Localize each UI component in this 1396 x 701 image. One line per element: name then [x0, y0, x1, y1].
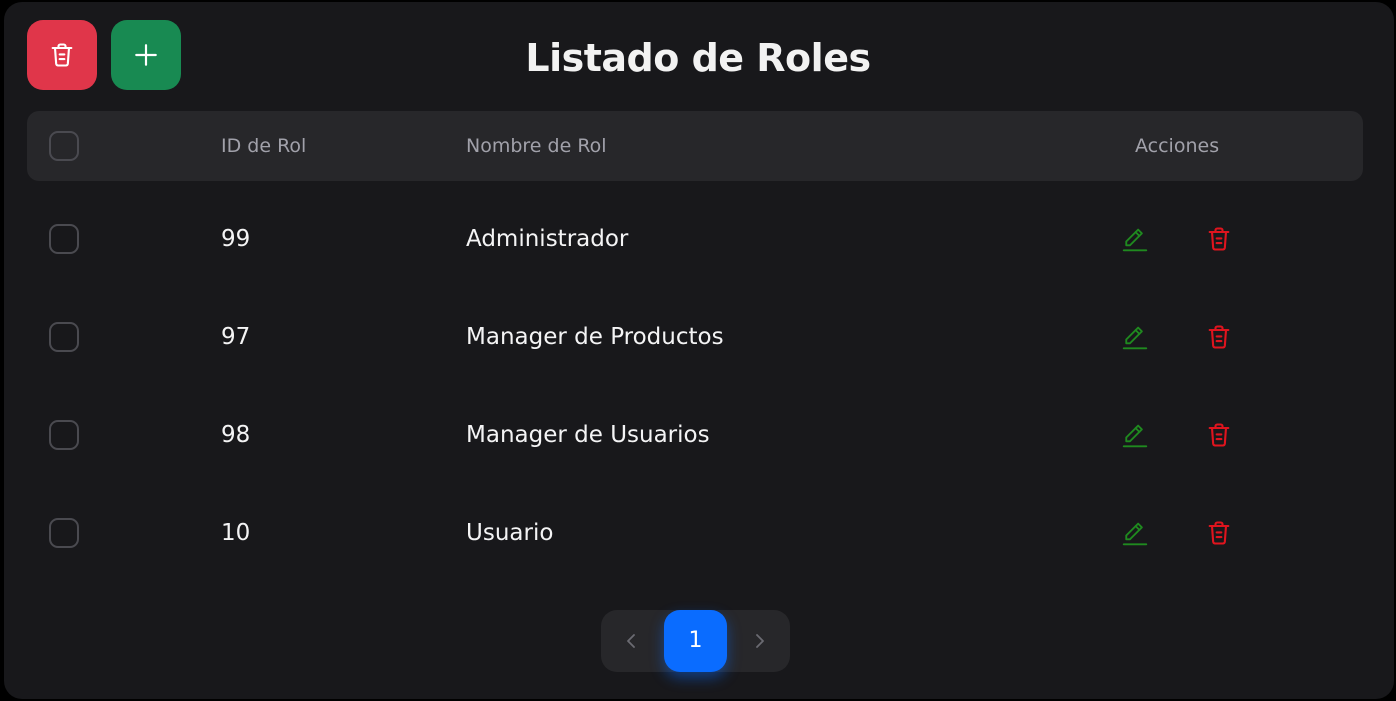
edit-button[interactable]: [1119, 223, 1151, 255]
delete-button[interactable]: [1203, 517, 1235, 549]
column-header-actions: Acciones: [1135, 135, 1220, 157]
pencil-icon: [1122, 326, 1148, 350]
delete-button[interactable]: [1203, 223, 1235, 255]
pagination: 1: [601, 610, 790, 672]
role-name: Manager de Productos: [466, 324, 724, 350]
page-title: Listado de Roles: [525, 36, 871, 80]
trash-icon: [1208, 227, 1230, 251]
table-row: 97 Manager de Productos: [27, 288, 1363, 386]
role-name: Administrador: [466, 226, 629, 252]
row-checkbox[interactable]: [49, 420, 79, 450]
trash-icon: [1208, 423, 1230, 447]
pencil-icon: [1122, 228, 1148, 252]
chevron-right-icon: [756, 634, 764, 648]
pencil-icon: [1122, 522, 1148, 546]
table-header-row: ID de Rol Nombre de Rol Acciones: [27, 111, 1363, 181]
edit-button[interactable]: [1119, 517, 1151, 549]
select-all-checkbox[interactable]: [49, 131, 79, 161]
role-name: Usuario: [466, 520, 554, 546]
chevron-left-icon: [627, 634, 635, 648]
edit-button[interactable]: [1119, 321, 1151, 353]
role-id: 97: [221, 324, 251, 350]
role-name: Manager de Usuarios: [466, 422, 710, 448]
row-checkbox[interactable]: [49, 518, 79, 548]
row-checkbox[interactable]: [49, 322, 79, 352]
trash-icon: [1208, 521, 1230, 545]
trash-icon: [1208, 325, 1230, 349]
table-row: 98 Manager de Usuarios: [27, 386, 1363, 484]
delete-button[interactable]: [1203, 419, 1235, 451]
column-header-name: Nombre de Rol: [466, 135, 607, 157]
edit-button[interactable]: [1119, 419, 1151, 451]
role-id: 10: [221, 520, 251, 546]
table-row: 10 Usuario: [27, 484, 1363, 582]
column-header-id: ID de Rol: [221, 135, 307, 157]
pencil-icon: [1122, 424, 1148, 448]
next-page-button[interactable]: [728, 610, 790, 672]
row-checkbox[interactable]: [49, 224, 79, 254]
role-id: 98: [221, 422, 251, 448]
delete-button[interactable]: [1203, 321, 1235, 353]
page-button-current[interactable]: 1: [664, 610, 727, 672]
table-row: 99 Administrador: [27, 190, 1363, 288]
previous-page-button[interactable]: [601, 610, 663, 672]
role-id: 99: [221, 226, 251, 252]
